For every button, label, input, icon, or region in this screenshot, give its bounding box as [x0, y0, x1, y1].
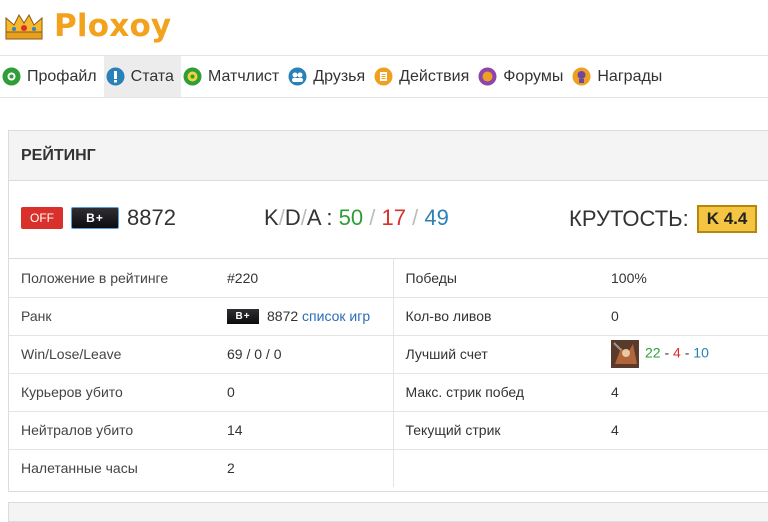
nav-item-forums[interactable]: Форумы	[476, 56, 570, 97]
table-row: Win/Lose/Leave 69 / 0 / 0 Лучший счет 22…	[9, 335, 768, 374]
stat-label: Ранк	[9, 297, 215, 336]
nav-item-profile[interactable]: Профайл	[0, 56, 104, 97]
best-score: 22 - 4 - 10	[599, 335, 768, 374]
table-row: Положение в рейтинге #220 Победы 100%	[9, 259, 768, 298]
nav-label-awards: Награды	[597, 67, 663, 85]
profile-icon	[2, 67, 21, 86]
table-row: Нейтралов убито 14 Текущий стрик 4	[9, 411, 768, 450]
nav-label-forums: Форумы	[503, 67, 564, 85]
nav-label-profile: Профайл	[27, 67, 97, 85]
nav-label-stats: Стата	[130, 67, 174, 85]
table-row: Курьеров убито 0 Макс. стрик побед 4	[9, 373, 768, 412]
stat-value: 69 / 0 / 0	[215, 335, 394, 374]
stat-label: Макс. стрик побед	[393, 373, 599, 412]
table-row: Налетанные часы 2	[9, 449, 768, 487]
stat-value: 4	[599, 373, 768, 412]
kda-summary: K/D/A : 50 / 17 / 49	[264, 205, 449, 230]
stat-label: Победы	[393, 259, 599, 298]
rating-panel: РЕЙТИНГ OFF B+ 8872 K/D/A : 50 / 17 / 49…	[8, 130, 768, 492]
stat-value: 2	[215, 449, 394, 487]
stat-value: 100%	[599, 259, 768, 298]
stat-label: Положение в рейтинге	[9, 259, 215, 298]
kda-label-k: K	[264, 205, 279, 230]
stat-label: Нейтралов убито	[9, 411, 215, 450]
stats-table: Положение в рейтинге #220 Победы 100% Ра…	[9, 259, 768, 487]
stat-label: Текущий стрик	[393, 411, 599, 450]
empty-cell	[599, 449, 768, 487]
friends-icon	[288, 67, 307, 86]
stat-value: 4	[599, 411, 768, 450]
best-deaths: 4	[673, 344, 681, 361]
nav-item-stats[interactable]: Стата	[103, 56, 181, 97]
actions-icon	[374, 67, 393, 86]
krutost-label: КРУТОСТЬ:	[569, 206, 689, 231]
crown-icon	[5, 13, 43, 40]
deaths-value: 17	[381, 205, 406, 230]
rank-value: 8872	[267, 307, 299, 324]
assists-value: 49	[424, 205, 449, 230]
krutost-badge: K 4.4	[696, 205, 758, 233]
stats-icon	[106, 67, 125, 86]
stat-label: Лучший счет	[393, 335, 599, 374]
kda-label-a: A	[306, 205, 321, 230]
krutost-summary: КРУТОСТЬ: K 4.4	[569, 205, 758, 233]
matchlist-icon	[183, 67, 202, 86]
nav-label-matchlist: Матчлист	[207, 67, 280, 85]
stat-value: 0	[215, 373, 394, 412]
rank-badge: B+	[71, 207, 119, 229]
stat-value: 0	[599, 297, 768, 336]
best-assists: 10	[693, 344, 709, 361]
next-panel-header	[8, 502, 768, 522]
hero-portrait-icon[interactable]	[611, 340, 639, 368]
stat-label: Кол-во ливов	[393, 297, 599, 336]
stat-value: #220	[215, 259, 394, 298]
awards-icon	[572, 67, 591, 86]
nav-label-actions: Действия	[399, 67, 470, 85]
forums-icon	[478, 67, 497, 86]
games-list-link[interactable]: список игр	[302, 308, 370, 324]
site-logo[interactable]: Ploxoy	[4, 6, 171, 46]
stat-label: Налетанные часы	[21, 460, 138, 477]
profile-nav: Профайл Стата Матчлист Друзья Действия Ф…	[0, 55, 768, 98]
table-row: Ранк B+ 8872 список игр Кол-во ливов 0	[9, 297, 768, 336]
rank-badge-small: B+	[227, 309, 259, 325]
stat-label: Win/Lose/Leave	[9, 335, 215, 374]
nav-item-friends[interactable]: Друзья	[286, 56, 372, 97]
rating-panel-title: РЕЙТИНГ	[9, 131, 768, 181]
nav-item-matchlist[interactable]: Матчлист	[181, 56, 286, 97]
rating-value: 8872	[127, 205, 176, 230]
empty-cell	[393, 449, 599, 487]
stat-label: Курьеров убито	[9, 373, 215, 412]
nav-item-actions[interactable]: Действия	[372, 56, 476, 97]
stat-value: 14	[215, 411, 394, 450]
kda-label-d: D	[284, 205, 301, 230]
status-badge: OFF	[21, 207, 63, 229]
nav-item-awards[interactable]: Награды	[570, 56, 669, 97]
rating-summary: OFF B+ 8872 K/D/A : 50 / 17 / 49 КРУТОСТ…	[9, 181, 768, 259]
best-kills: 22	[645, 344, 661, 361]
site-name: Ploxoy	[54, 8, 172, 44]
stat-value-rank: B+ 8872 список игр	[215, 297, 394, 336]
kills-value: 50	[338, 205, 364, 230]
nav-label-friends: Друзья	[313, 67, 366, 85]
